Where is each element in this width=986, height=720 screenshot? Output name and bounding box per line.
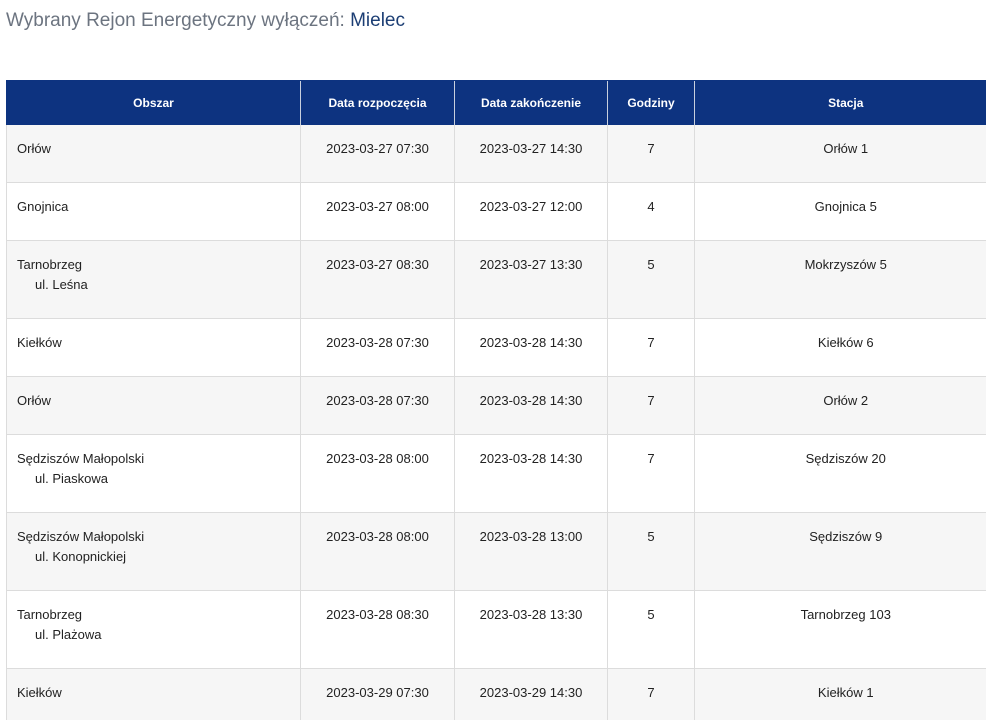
cell-area: Kiełków	[6, 668, 301, 720]
cell-end-date: 2023-03-28 13:00	[454, 512, 608, 591]
cell-hours: 5	[607, 512, 695, 591]
table-row: Tarnobrzeg ul. Plażowa 2023-03-28 08:30 2…	[6, 590, 986, 669]
cell-start-date: 2023-03-28 08:30	[300, 590, 455, 669]
cell-end-date: 2023-03-28 14:30	[454, 318, 608, 377]
cell-hours: 7	[607, 318, 695, 377]
column-header-area[interactable]: Obszar	[6, 80, 301, 125]
cell-end-date: 2023-03-28 14:30	[454, 434, 608, 513]
cell-station: Mokrzyszów 5	[694, 240, 986, 319]
cell-hours: 5	[607, 590, 695, 669]
table-row: Orłów 2023-03-28 07:30 2023-03-28 14:30 …	[6, 376, 986, 435]
cell-end-date: 2023-03-27 13:30	[454, 240, 608, 319]
cell-start-date: 2023-03-28 08:00	[300, 434, 455, 513]
cell-hours: 4	[607, 182, 695, 241]
cell-start-date: 2023-03-27 08:30	[300, 240, 455, 319]
cell-end-date: 2023-03-29 14:30	[454, 668, 608, 720]
column-header-start-date[interactable]: Data rozpoczęcia	[300, 80, 455, 125]
area-name: Sędziszów Małopolski	[17, 529, 145, 544]
cell-end-date: 2023-03-27 14:30	[454, 125, 608, 183]
cell-hours: 7	[607, 125, 695, 183]
cell-station: Kiełków 1	[694, 668, 986, 720]
cell-hours: 7	[607, 668, 695, 720]
table-body: Orłów 2023-03-27 07:30 2023-03-27 14:30 …	[6, 125, 986, 720]
table-row: Sędziszów Małopolski ul. Piaskowa 2023-03…	[6, 434, 986, 513]
cell-area: Kiełków	[6, 318, 301, 377]
cell-station: Sędziszów 20	[694, 434, 986, 513]
cell-area: Tarnobrzeg ul. Plażowa	[6, 590, 301, 669]
column-header-station[interactable]: Stacja	[694, 80, 986, 125]
area-street: ul. Konopnickiej	[35, 549, 127, 564]
area-name: Tarnobrzeg	[17, 607, 83, 622]
page-title-prefix: Wybrany Rejon Energetyczny wyłączeń:	[6, 10, 351, 31]
area-street: ul. Plażowa	[35, 627, 102, 642]
cell-area: Orłów	[6, 125, 301, 183]
cell-station: Orłów 2	[694, 376, 986, 435]
table-row: Kiełków 2023-03-28 07:30 2023-03-28 14:3…	[6, 318, 986, 377]
cell-station: Sędziszów 9	[694, 512, 986, 591]
cell-station: Orłów 1	[694, 125, 986, 183]
cell-hours: 5	[607, 240, 695, 319]
cell-area: Tarnobrzeg ul. Leśna	[6, 240, 301, 319]
table-row: Gnojnica 2023-03-27 08:00 2023-03-27 12:…	[6, 182, 986, 241]
area-name: Kiełków	[17, 685, 62, 700]
area-name: Kiełków	[17, 335, 62, 350]
header-row: Obszar Data rozpoczęcia Data zakończenie…	[6, 80, 986, 125]
area-name: Tarnobrzeg	[17, 257, 83, 272]
cell-station: Tarnobrzeg 103	[694, 590, 986, 669]
column-header-hours[interactable]: Godziny	[607, 80, 695, 125]
cell-start-date: 2023-03-28 07:30	[300, 318, 455, 377]
cell-start-date: 2023-03-27 08:00	[300, 182, 455, 241]
cell-station: Kiełków 6	[694, 318, 986, 377]
cell-area: Orłów	[6, 376, 301, 435]
area-name: Orłów	[17, 141, 51, 156]
cell-end-date: 2023-03-27 12:00	[454, 182, 608, 241]
area-street: ul. Piaskowa	[35, 471, 108, 486]
table-row: Tarnobrzeg ul. Leśna 2023-03-27 08:30 202…	[6, 240, 986, 319]
page-title: Wybrany Rejon Energetyczny wyłączeń: Mie…	[6, 10, 405, 32]
outages-table: Obszar Data rozpoczęcia Data zakończenie…	[6, 80, 986, 720]
table-row: Orłów 2023-03-27 07:30 2023-03-27 14:30 …	[6, 125, 986, 183]
cell-area: Gnojnica	[6, 182, 301, 241]
cell-end-date: 2023-03-28 14:30	[454, 376, 608, 435]
table-row: Sędziszów Małopolski ul. Konopnickiej 202…	[6, 512, 986, 591]
cell-hours: 7	[607, 434, 695, 513]
cell-hours: 7	[607, 376, 695, 435]
cell-area: Sędziszów Małopolski ul. Piaskowa	[6, 434, 301, 513]
area-name: Gnojnica	[17, 199, 69, 214]
cell-start-date: 2023-03-28 08:00	[300, 512, 455, 591]
column-header-end-date[interactable]: Data zakończenie	[454, 80, 608, 125]
area-street: ul. Leśna	[35, 277, 88, 292]
cell-station: Gnojnica 5	[694, 182, 986, 241]
selected-region: Mielec	[350, 10, 405, 31]
cell-start-date: 2023-03-27 07:30	[300, 125, 455, 183]
cell-start-date: 2023-03-28 07:30	[300, 376, 455, 435]
cell-end-date: 2023-03-28 13:30	[454, 590, 608, 669]
table-row: Kiełków 2023-03-29 07:30 2023-03-29 14:3…	[6, 668, 986, 720]
cell-start-date: 2023-03-29 07:30	[300, 668, 455, 720]
cell-area: Sędziszów Małopolski ul. Konopnickiej	[6, 512, 301, 591]
area-name: Sędziszów Małopolski	[17, 451, 145, 466]
table-header: Obszar Data rozpoczęcia Data zakończenie…	[6, 80, 986, 125]
outages-table-container: Obszar Data rozpoczęcia Data zakończenie…	[6, 80, 986, 720]
area-name: Orłów	[17, 393, 51, 408]
